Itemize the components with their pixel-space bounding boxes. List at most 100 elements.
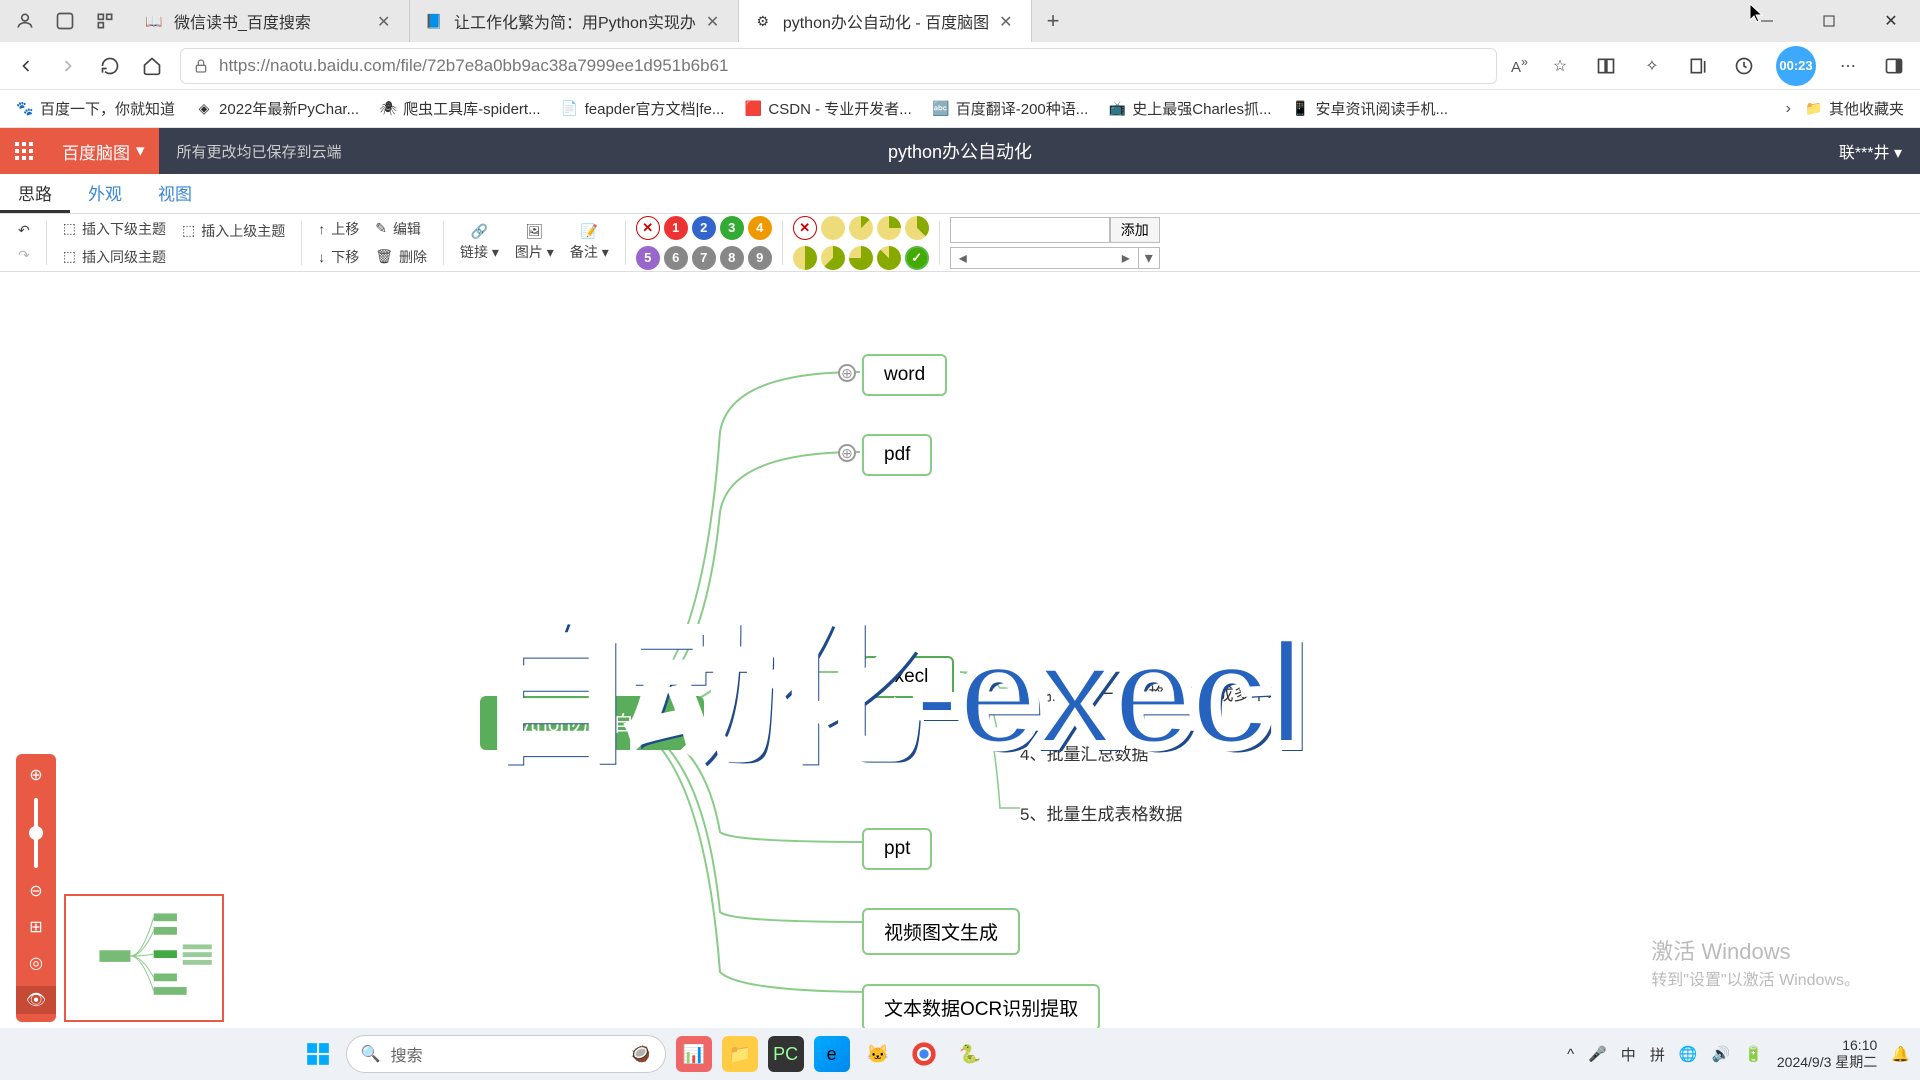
notifications-icon[interactable]: 🔔 [1891,1045,1910,1063]
tag-next[interactable]: ▸ [1114,248,1138,268]
edit-button[interactable]: ✎ 编辑 [369,217,433,241]
priority-2[interactable]: 2 [692,216,716,240]
minimize-button[interactable] [1738,0,1796,42]
zoom-in-button[interactable]: ⊕ [23,762,49,788]
leaf-excel-4[interactable]: 4、批量汇总数据 [1020,740,1148,765]
ime-lang[interactable]: 中 [1621,1044,1636,1065]
back-button[interactable] [12,52,40,80]
tag-input[interactable] [950,217,1110,243]
expand-icon[interactable]: ⊕ [838,444,856,462]
app-4[interactable]: 🐱 [860,1036,896,1072]
app-pycharm[interactable]: PC [768,1036,804,1072]
ime-mode[interactable]: 拼 [1650,1044,1665,1065]
bookmark-item[interactable]: 🐾百度一下，你就知道 [16,98,175,119]
image-button[interactable]: 🖼图片 ▾ [509,223,560,262]
node-word[interactable]: word [862,354,947,396]
priority-7[interactable]: 7 [692,246,716,270]
delete-button[interactable]: 🗑 删除 [369,245,433,269]
insert-sibling-button[interactable]: ⬚ 插入同级主题 [57,245,172,269]
close-icon[interactable]: ✕ [706,12,724,30]
timer-badge[interactable]: 00:23 [1776,46,1816,86]
node-ppt[interactable]: ppt [862,828,932,870]
start-button[interactable] [300,1036,336,1072]
move-up-button[interactable]: ↑ 上移 [312,217,365,241]
insert-parent-button[interactable]: ⬚ 插入上级主题 [176,219,291,243]
app-brand[interactable]: 百度脑图▾ [48,128,159,174]
app-python[interactable]: 🐍 [952,1036,988,1072]
zoom-fit-button[interactable]: ⊞ [23,914,49,940]
workspace-icon[interactable] [54,10,76,32]
read-aloud-icon[interactable]: A» [1511,55,1528,76]
collections-button[interactable] [1684,52,1712,80]
bookmark-item[interactable]: 🔤百度翻译-200种语... [932,98,1089,119]
split-button[interactable] [1592,52,1620,80]
progress-clear[interactable]: ✕ [793,216,817,240]
progress-4[interactable] [793,246,817,270]
progress-1[interactable] [849,216,873,240]
expand-icon[interactable]: ⊕ [838,364,856,382]
priority-9[interactable]: 9 [748,246,772,270]
minimap[interactable] [64,894,224,1022]
bookmark-item[interactable]: 🟥CSDN - 专业开发者... [744,98,911,119]
note-button[interactable]: 📝备注 ▾ [564,223,615,262]
progress-5[interactable] [821,246,845,270]
sidebar-button[interactable] [1880,52,1908,80]
progress-3[interactable] [905,216,929,240]
tab-1[interactable]: 📖 微信读书_百度搜索 ✕ [130,0,410,42]
node-ocr[interactable]: 文本数据OCR识别提取 [862,984,1100,1031]
tab-shitu[interactable]: 视图 [140,174,210,213]
tab-waiguan[interactable]: 外观 [70,174,140,213]
new-tab-button[interactable]: + [1032,0,1074,42]
link-button[interactable]: 🔗链接 ▾ [454,223,505,262]
progress-6[interactable] [849,246,873,270]
network-icon[interactable]: 🌐 [1679,1045,1698,1063]
close-icon[interactable]: ✕ [999,12,1017,30]
priority-5[interactable]: 5 [636,246,660,270]
tag-dropdown[interactable]: ▾ [1138,248,1159,268]
zoom-locate-button[interactable]: ◎ [23,950,49,976]
node-root[interactable]: python办公自动化 [480,696,704,750]
bookmark-item[interactable]: ◈2022年最新PyChar... [195,98,359,119]
zoom-out-button[interactable]: ⊖ [23,878,49,904]
other-bookmarks[interactable]: 📁其他收藏夹 [1805,98,1904,119]
profile-icon[interactable] [14,10,36,32]
tag-prev[interactable]: ◂ [951,248,975,268]
favorites-icon[interactable]: ✧ [1638,52,1666,80]
priority-3[interactable]: 3 [720,216,744,240]
home-button[interactable] [138,52,166,80]
undo-button[interactable]: ↶ [12,220,36,241]
app-chrome[interactable] [906,1036,942,1072]
leaf-excel-5[interactable]: 5、批量生成表格数据 [1020,800,1182,825]
preview-toggle[interactable]: 👁 [16,986,56,1014]
priority-8[interactable]: 8 [720,246,744,270]
tag-add-button[interactable]: 添加 [1110,217,1160,243]
close-icon[interactable]: ✕ [377,12,395,30]
mic-icon[interactable]: 🎤 [1588,1045,1607,1063]
priority-clear[interactable]: ✕ [636,216,660,240]
bookmark-item[interactable]: 🕷爬虫工具库-spidert... [379,98,541,119]
tray-chevron[interactable]: ^ [1567,1046,1574,1063]
app-menu-button[interactable] [0,128,48,174]
progress-0[interactable] [821,216,845,240]
leaf-excel-3[interactable]: 3、批量讲一个表格，拆分成多个表格 [1020,680,1301,705]
document-title[interactable]: python办公自动化 [888,138,1032,164]
tab-3[interactable]: ⚙ python办公自动化 - 百度脑图 ✕ [739,0,1032,42]
priority-6[interactable]: 6 [664,246,688,270]
progress-7[interactable] [877,246,901,270]
close-window-button[interactable]: ✕ [1862,0,1920,42]
url-input[interactable]: https://naotu.baidu.com/file/72b7e8a0bb9… [180,48,1497,84]
battery-icon[interactable]: 🔋 [1744,1045,1763,1063]
tab-2[interactable]: 📘 让工作化繁为简：用Python实现办 ✕ [410,0,739,42]
tab-silu[interactable]: 思路 [0,174,70,213]
progress-done[interactable]: ✓ [905,246,929,270]
app-edge[interactable]: e [814,1036,850,1072]
mindmap-canvas[interactable]: python办公自动化 ⊕ word ⊕ pdf execl 3、批量讲一个表格… [0,272,1920,1080]
favorite-button[interactable]: ☆ [1546,52,1574,80]
progress-2[interactable] [877,216,901,240]
bookmark-item[interactable]: 📱安卓资讯阅读手机... [1291,98,1448,119]
node-excel[interactable]: execl [862,656,954,698]
priority-4[interactable]: 4 [748,216,772,240]
zoom-slider[interactable] [34,798,38,868]
chevron-right-icon[interactable]: › [1786,100,1791,118]
node-video[interactable]: 视频图文生成 [862,908,1020,955]
